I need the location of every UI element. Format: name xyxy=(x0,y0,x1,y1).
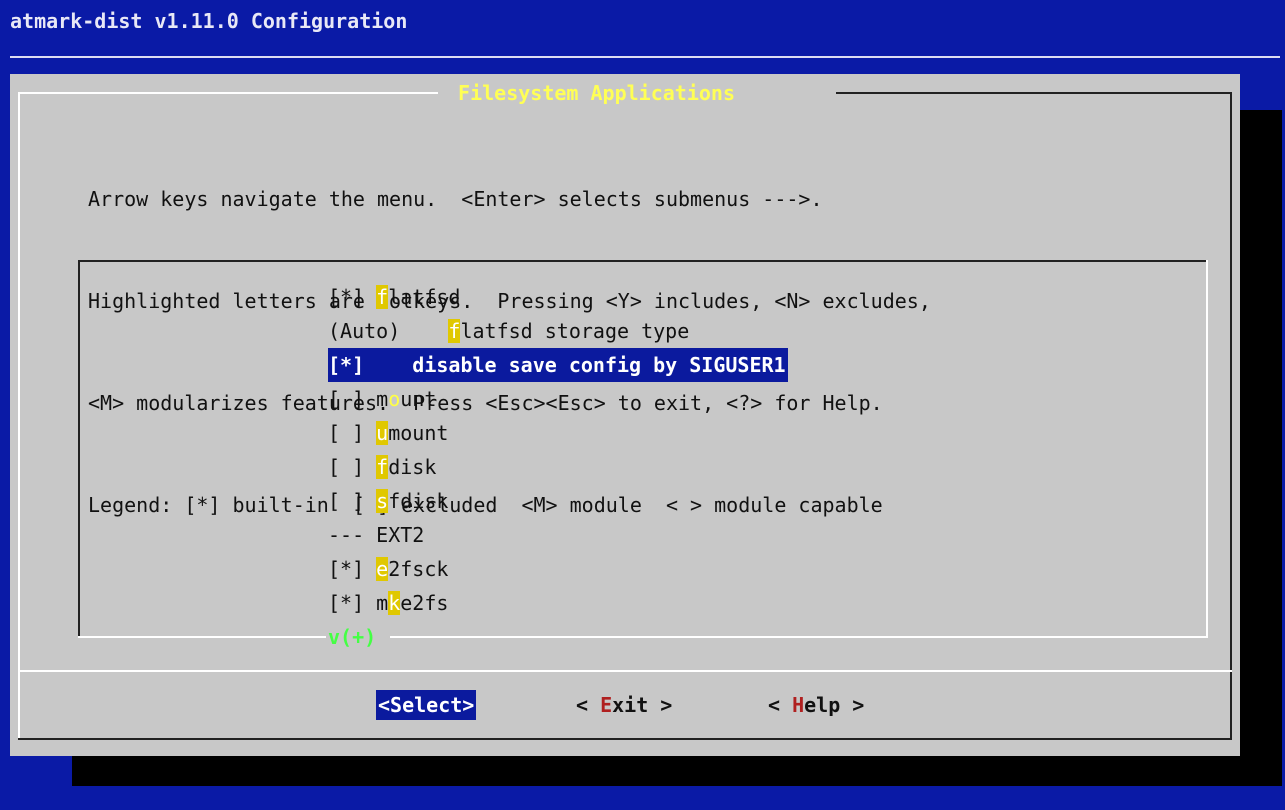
menu-item-hotkey: u xyxy=(376,421,389,445)
exit-button[interactable]: < Exit > xyxy=(574,690,674,720)
menu-border-left xyxy=(78,260,80,638)
menu-item-label: disk xyxy=(388,455,437,479)
menu-item-label: fdisk xyxy=(388,489,449,513)
menu-item-row: [*] mke2fs xyxy=(328,586,450,620)
menu-item-prefix: [*] xyxy=(328,285,377,309)
menu-item-row: [*] flatfsd xyxy=(328,280,462,314)
select-button-label: <Select> xyxy=(378,693,475,717)
menu-item-prefix: [ ] xyxy=(328,489,377,513)
screen-title: atmark-dist v1.11.0 Configuration xyxy=(10,9,408,33)
menu-item-prefix: [ ] m xyxy=(328,387,389,411)
menu-item-mke2fs[interactable]: [*] mke2fs xyxy=(328,586,1188,620)
menu-item-row: (Auto) flatfsd storage type xyxy=(328,314,691,348)
exit-button-open: < xyxy=(576,693,601,717)
menu-item-hotkey: o xyxy=(388,387,401,411)
menu-item-label: e2fs xyxy=(400,591,449,615)
menu-item-prefix: [*] xyxy=(328,353,413,377)
menu-item-prefix: --- EXT2 xyxy=(328,523,425,547)
menu-item-label: unt xyxy=(400,387,437,411)
frame-top-left xyxy=(18,92,438,94)
help-button-label: elp > xyxy=(804,693,865,717)
dialog-title: Filesystem Applications xyxy=(446,81,748,105)
help-button[interactable]: < Help > xyxy=(766,690,866,720)
menu-item-label: latfsd storage type xyxy=(460,319,690,343)
menu-item-prefix: [*] xyxy=(328,557,377,581)
menu-item-prefix: [*] m xyxy=(328,591,389,615)
menu-item-row: [*] disable save config by SIGUSER1 xyxy=(328,348,788,382)
frame-top-right xyxy=(836,92,1232,94)
menu-item-hotkey: f xyxy=(376,455,389,479)
button-divider xyxy=(18,670,1232,672)
menu-item-umount[interactable]: [ ] umount xyxy=(328,416,1188,450)
menu-item-hotkey: k xyxy=(388,591,401,615)
menu-item-prefix: [ ] xyxy=(328,455,377,479)
menu-item-label: 2fsck xyxy=(388,557,449,581)
menu-item-row: [ ] mount xyxy=(328,382,438,416)
more-items-indicator[interactable]: v(+) xyxy=(328,624,376,650)
help-line-1: Arrow keys navigate the menu. <Enter> se… xyxy=(88,187,823,211)
menu-item-hotkey: e xyxy=(376,557,389,581)
menu-border-bottom-left xyxy=(78,636,326,638)
menu-item-row: --- EXT2 xyxy=(328,518,426,552)
menu-item-row: [ ] fdisk xyxy=(328,450,438,484)
menu-item-label: disable save config by SIGUSER1 xyxy=(412,353,786,377)
help-button-accelerator: H xyxy=(792,693,805,717)
title-rule xyxy=(10,56,1280,58)
exit-button-label: xit > xyxy=(612,693,673,717)
menu-item-e2fsck[interactable]: [*] e2fsck xyxy=(328,552,1188,586)
menu-box: v(+) [*] flatfsd (Auto) flatfsd storage … xyxy=(78,260,1208,649)
menu-border-bottom-right xyxy=(390,636,1208,638)
menu-item-mount[interactable]: [ ] mount xyxy=(328,382,1188,416)
frame-bottom xyxy=(18,738,1232,740)
exit-button-accelerator: E xyxy=(600,693,613,717)
menu-item-prefix: (Auto) xyxy=(328,319,449,343)
menu-item-row: [ ] sfdisk xyxy=(328,484,450,518)
menu-item-ext2-header: --- EXT2 xyxy=(328,518,1188,552)
config-dialog: Filesystem Applications Arrow keys navig… xyxy=(10,74,1240,756)
button-bar: <Select> < Exit > < Help > xyxy=(376,690,864,720)
menu-item-sfdisk[interactable]: [ ] sfdisk xyxy=(328,484,1188,518)
menu-item-hotkey: s xyxy=(376,489,389,513)
menu-item-fdisk[interactable]: [ ] fdisk xyxy=(328,450,1188,484)
help-button-open: < xyxy=(768,693,793,717)
menu-item-disable-save-config[interactable]: [*] disable save config by SIGUSER1 xyxy=(328,348,1188,382)
menu-border-right xyxy=(1206,260,1208,638)
menu-item-hotkey: f xyxy=(376,285,389,309)
menu-item-flatfsd[interactable]: [*] flatfsd xyxy=(328,280,1188,314)
menu-item-label: latfsd xyxy=(388,285,461,309)
menu-item-row: [ ] umount xyxy=(328,416,450,450)
frame-left xyxy=(18,92,20,738)
menu-item-hotkey: f xyxy=(448,319,461,343)
frame-right xyxy=(1230,92,1232,740)
menu-item-flatfsd-storage-type[interactable]: (Auto) flatfsd storage type xyxy=(328,314,1188,348)
menu-border-top xyxy=(78,260,1208,262)
menu-item-prefix: [ ] xyxy=(328,421,377,445)
menu-item-label: mount xyxy=(388,421,449,445)
select-button[interactable]: <Select> xyxy=(376,690,477,720)
menu-item-row: [*] e2fsck xyxy=(328,552,450,586)
menu-list: [*] flatfsd (Auto) flatfsd storage type … xyxy=(328,280,1188,620)
